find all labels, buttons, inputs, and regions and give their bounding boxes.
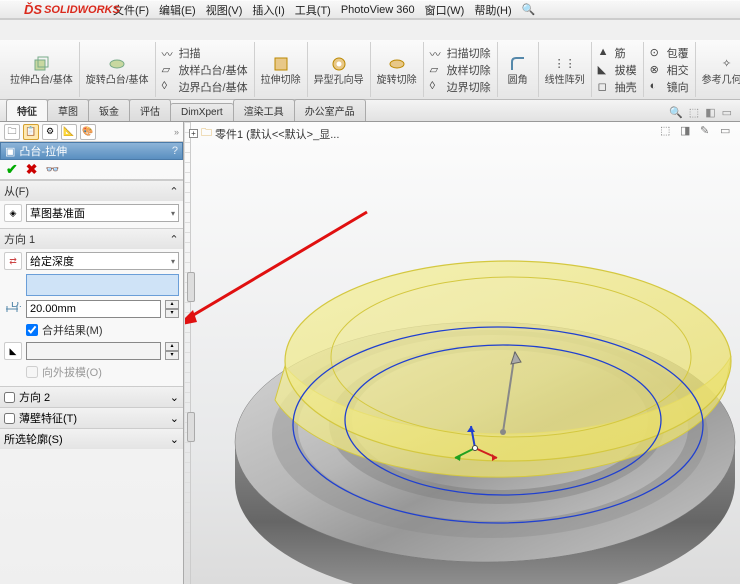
expand-icon: ⌄ [170, 391, 179, 404]
fm-tab-config[interactable]: ⚙ [42, 124, 58, 140]
from-icon: ◈ [4, 204, 22, 222]
vp-icon-1[interactable]: ⬚ [660, 124, 674, 138]
ref-geom-button[interactable]: ✧参考几何体 [702, 54, 740, 86]
ok-button[interactable]: ✔ [6, 161, 18, 178]
fm-tab-display[interactable]: 🎨 [80, 124, 96, 140]
wrap-button[interactable]: ⊙包覆 [650, 45, 689, 61]
vp-icon-4[interactable]: ▭ [720, 124, 734, 138]
menu-help[interactable]: 帮助(H) [471, 1, 514, 19]
tab-render[interactable]: 渲染工具 [233, 99, 295, 121]
draft-icon[interactable]: ◣ [4, 342, 22, 360]
direction-vector-field[interactable] [26, 274, 179, 296]
loft-button[interactable]: ▱放样凸台/基体 [162, 62, 248, 78]
part-icon: 🗀 [201, 124, 212, 143]
cut-sweep-button[interactable]: 〰扫描切除 [430, 45, 491, 61]
detailed-preview-button[interactable]: 👓 [45, 163, 59, 176]
tab-features[interactable]: 特征 [6, 99, 48, 121]
fm-tab-feature-tree[interactable]: 🗀 [4, 124, 20, 140]
fm-tab-dimxpert[interactable]: 📐 [61, 124, 77, 140]
reverse-direction-button[interactable]: ⇄ [4, 252, 22, 270]
3d-viewport[interactable]: + 🗀 零件1 (默认<<默认>_显... ⬚ ◨ ✎ ▭ [184, 122, 740, 584]
from-section-header[interactable]: 从(F) ⌃ [0, 181, 183, 201]
help-icon[interactable]: ? [172, 145, 178, 157]
depth-dimension-icon: D1 [4, 300, 22, 318]
tab-evaluate[interactable]: 评估 [129, 99, 171, 121]
end-condition-select[interactable]: 给定深度▾ [26, 252, 179, 270]
contours-header[interactable]: 所选轮廓(S) ⌄ [0, 428, 183, 449]
merge-result-checkbox[interactable]: 合并结果(M) [4, 322, 179, 338]
hide-show-icon[interactable]: ▭ [722, 106, 732, 119]
menu-window[interactable]: 窗口(W) [422, 1, 468, 19]
mirror-button[interactable]: ◐镜向 [650, 79, 689, 95]
ruler-grip[interactable] [187, 412, 195, 442]
sweep-button[interactable]: 〰扫描 [162, 45, 201, 61]
tab-sketch[interactable]: 草图 [47, 99, 89, 121]
menu-view[interactable]: 视图(V) [203, 1, 246, 19]
draft-spinner[interactable]: ▴▾ [165, 342, 179, 360]
depth-input[interactable]: 20.00mm [26, 300, 161, 318]
shell-button[interactable]: ◻抽壳 [598, 79, 637, 95]
tab-dimxpert[interactable]: DimXpert [170, 103, 234, 121]
ribbon-toolbar: 拉伸凸台/基体 旋转凸台/基体 〰扫描 ▱放样凸台/基体 ◊边界凸台/基体 拉伸… [0, 40, 740, 100]
collapse-icon: ⌃ [169, 185, 179, 198]
tab-office[interactable]: 办公室产品 [294, 99, 366, 121]
extrude-icon: ▣ [5, 145, 15, 158]
cut-revolve-button[interactable]: 旋转切除 [377, 54, 417, 86]
rib-button[interactable]: ▲筋 [598, 45, 626, 61]
draft-button[interactable]: ◣拔模 [598, 62, 637, 78]
viewport-ruler [185, 122, 191, 584]
cut-boundary-button[interactable]: ◊边界切除 [430, 79, 491, 95]
property-manager-panel: 🗀 📋 ⚙ 📐 🎨 » ▣ 凸台-拉伸 ? ✔ ✖ 👓 从(F) ⌃ [0, 122, 184, 584]
menu-tools[interactable]: 工具(T) [292, 1, 334, 19]
cut-loft-button[interactable]: ▱放样切除 [430, 62, 491, 78]
hole-wizard-button[interactable]: 异型孔向导 [314, 54, 364, 86]
menu-edit[interactable]: 编辑(E) [156, 1, 199, 19]
3d-model-render [215, 142, 740, 584]
display-style-icon[interactable]: ◧ [705, 106, 715, 119]
intersect-button[interactable]: ⊗相交 [650, 62, 689, 78]
direction1-header[interactable]: 方向 1 ⌃ [0, 229, 183, 249]
menu-insert[interactable]: 插入(I) [249, 1, 287, 19]
outward-draft-checkbox[interactable]: 向外拔模(O) [4, 364, 179, 380]
vp-icon-3[interactable]: ✎ [700, 124, 714, 138]
cancel-button[interactable]: ✖ [26, 161, 38, 178]
fm-tab-property-manager[interactable]: 📋 [23, 124, 39, 140]
direction2-header[interactable]: 方向 2 ⌄ [0, 386, 183, 407]
collapse-icon: ⌃ [169, 233, 179, 246]
vp-icon-2[interactable]: ◨ [680, 124, 694, 138]
pm-title-bar: ▣ 凸台-拉伸 ? [0, 142, 183, 160]
pattern-button[interactable]: ⋮⋮线性阵列 [545, 54, 585, 86]
flyout-tree[interactable]: + 🗀 零件1 (默认<<默认>_显... [189, 124, 339, 143]
command-tabs: 特征 草图 钣金 评估 DimXpert 渲染工具 办公室产品 🔍 ⬚ ◧ ▭ [0, 100, 740, 122]
view-orient-icon[interactable]: ⬚ [689, 106, 699, 119]
expand-icon: ⌄ [170, 412, 179, 425]
svg-text:D1: D1 [11, 302, 21, 310]
boundary-button[interactable]: ◊边界凸台/基体 [162, 79, 248, 95]
revolve-boss-button[interactable]: 旋转凸台/基体 [86, 54, 149, 86]
ruler-grip[interactable] [187, 272, 195, 302]
draft-angle-input[interactable] [26, 342, 161, 360]
from-select[interactable]: 草图基准面▾ [26, 204, 179, 222]
menu-pv360[interactable]: PhotoView 360 [338, 3, 418, 17]
app-logo: ĎSSOLIDWORKS [24, 2, 120, 17]
cut-extrude-button[interactable]: 拉伸切除 [261, 54, 301, 86]
search-icon[interactable]: 🔍 [519, 2, 539, 17]
zoom-fit-icon[interactable]: 🔍 [669, 106, 683, 119]
tab-sheetmetal[interactable]: 钣金 [88, 99, 130, 121]
depth-spinner[interactable]: ▴▾ [165, 300, 179, 318]
fillet-button[interactable]: 圆角 [504, 54, 532, 86]
extrude-boss-button[interactable]: 拉伸凸台/基体 [10, 54, 73, 86]
thin-feature-header[interactable]: 薄壁特征(T) ⌄ [0, 407, 183, 428]
expand-icon: ⌄ [170, 433, 179, 446]
